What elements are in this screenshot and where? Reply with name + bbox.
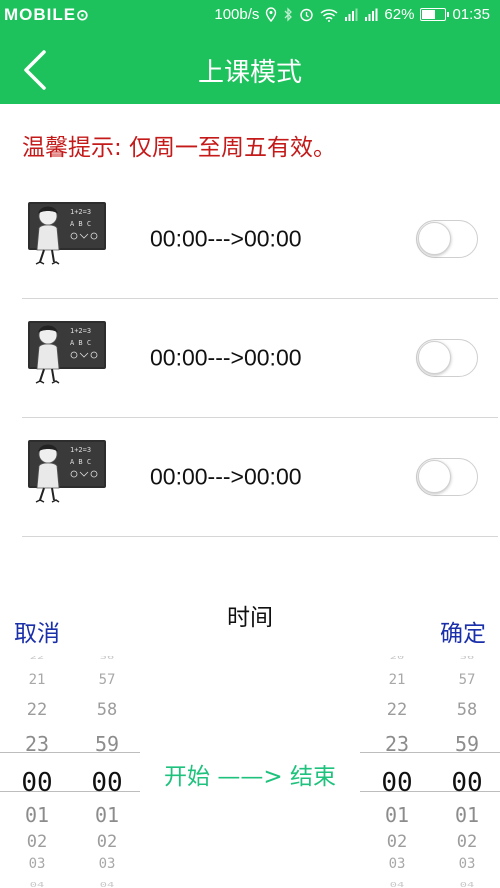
net-speed: 100b/s [214, 6, 260, 23]
wheel-value: 03 [388, 856, 406, 872]
start-minute-wheel[interactable]: 56 57 58 59 00 01 02 03 04 [80, 656, 134, 888]
svg-text:A B C: A B C [70, 458, 91, 466]
alarm-icon [299, 7, 314, 22]
wheel-value: 57 [458, 672, 476, 688]
wheel-value-selected: 00 [451, 768, 483, 798]
bluetooth-icon [283, 7, 293, 22]
picker-title: 时间 [227, 605, 273, 631]
teacher-blackboard-icon: 1+2=3 A B C [28, 202, 106, 265]
signal-icon [344, 8, 358, 22]
picker-header: 取消 时间 确定 [0, 596, 500, 656]
wheel-value: 57 [98, 672, 116, 688]
wheel-value: 03 [28, 856, 46, 872]
wheel-value: 20 [389, 656, 405, 661]
wheel-value: 22 [29, 656, 45, 661]
brand-watermark: MOBILE⊙ [4, 5, 90, 24]
teacher-blackboard-icon: 1+2=3 A B C [28, 321, 106, 384]
battery-icon [420, 8, 450, 21]
svg-text:1+2=3: 1+2=3 [70, 208, 91, 216]
schedule-row[interactable]: 1+2=3 A B C 00:00--->00:00 [22, 299, 498, 418]
wifi-icon [320, 8, 338, 22]
battery-percent: 62% [384, 6, 415, 23]
wheel-value: 22 [26, 700, 48, 720]
wheel-value: 23 [384, 732, 410, 756]
wheel-value-selected: 00 [381, 768, 413, 798]
toggle-knob [418, 341, 451, 374]
wheel-value: 21 [388, 672, 406, 688]
time-range: 00:00--->00:00 [150, 344, 302, 371]
confirm-button[interactable]: 确定 [440, 614, 486, 648]
wheel-value: 02 [456, 832, 478, 852]
wheel-value: 23 [24, 732, 50, 756]
time-range: 00:00--->00:00 [150, 225, 302, 252]
toggle-knob [418, 222, 451, 255]
tip-text: 温馨提示: 仅周一至周五有效。 [22, 135, 337, 161]
schedule-row[interactable]: 1+2=3 A B C 00:00--->00:00 [22, 180, 498, 299]
wheel-value: 04 [389, 881, 405, 888]
status-bar: MOBILE⊙ 100b/s 62% 01:35 [0, 0, 500, 34]
svg-text:A B C: A B C [70, 220, 91, 228]
wheel-value: 21 [28, 672, 46, 688]
enable-toggle[interactable] [416, 339, 478, 377]
toggle-knob [418, 460, 451, 493]
enable-toggle[interactable] [416, 220, 478, 258]
wheel-value: 02 [386, 832, 408, 852]
wheel-value: 56 [99, 656, 115, 661]
wheel-value: 01 [384, 803, 410, 827]
wheel-value: 03 [98, 856, 116, 872]
wheel-value: 58 [456, 700, 478, 720]
wheel-value: 04 [99, 881, 115, 888]
wheel-value: 02 [96, 832, 118, 852]
clock: 01:35 [452, 6, 490, 23]
wheel-value: 01 [24, 803, 50, 827]
teacher-blackboard-icon: 1+2=3 A B C [28, 440, 106, 503]
wheel-value-selected: 00 [21, 768, 53, 798]
svg-text:A B C: A B C [70, 339, 91, 347]
wheel-value: 22 [386, 700, 408, 720]
wheel-value: 01 [94, 803, 120, 827]
time-range: 00:00--->00:00 [150, 463, 302, 490]
title-bar: 上课模式 [0, 34, 500, 104]
svg-text:1+2=3: 1+2=3 [70, 446, 91, 454]
status-icons: 100b/s 62% 01:35 [214, 6, 490, 23]
schedule-row[interactable]: 1+2=3 A B C 00:00--->00:00 [22, 418, 498, 537]
wheel-value: 59 [94, 732, 120, 756]
svg-text:1+2=3: 1+2=3 [70, 327, 91, 335]
wheel-value: 04 [459, 881, 475, 888]
enable-toggle[interactable] [416, 458, 478, 496]
end-hour-wheel[interactable]: 20 21 22 23 00 01 02 03 04 [370, 656, 424, 888]
wheel-value: 02 [26, 832, 48, 852]
wheel-value-selected: 00 [91, 768, 123, 798]
wheel-value: 58 [96, 700, 118, 720]
wheel-value: 01 [454, 803, 480, 827]
signal-icon [364, 8, 378, 22]
end-minute-wheel[interactable]: 56 57 58 59 00 01 02 03 04 [440, 656, 494, 888]
wheel-value: 56 [459, 656, 475, 661]
wheel-value: 04 [29, 881, 45, 888]
start-hour-wheel[interactable]: 22 21 22 23 00 01 02 03 04 [10, 656, 64, 888]
location-icon [265, 7, 277, 22]
page-title: 上课模式 [197, 58, 302, 88]
wheel-value: 03 [458, 856, 476, 872]
wheel-value: 59 [454, 732, 480, 756]
start-to-end-label: 开始 ——> 结束 [164, 764, 336, 790]
